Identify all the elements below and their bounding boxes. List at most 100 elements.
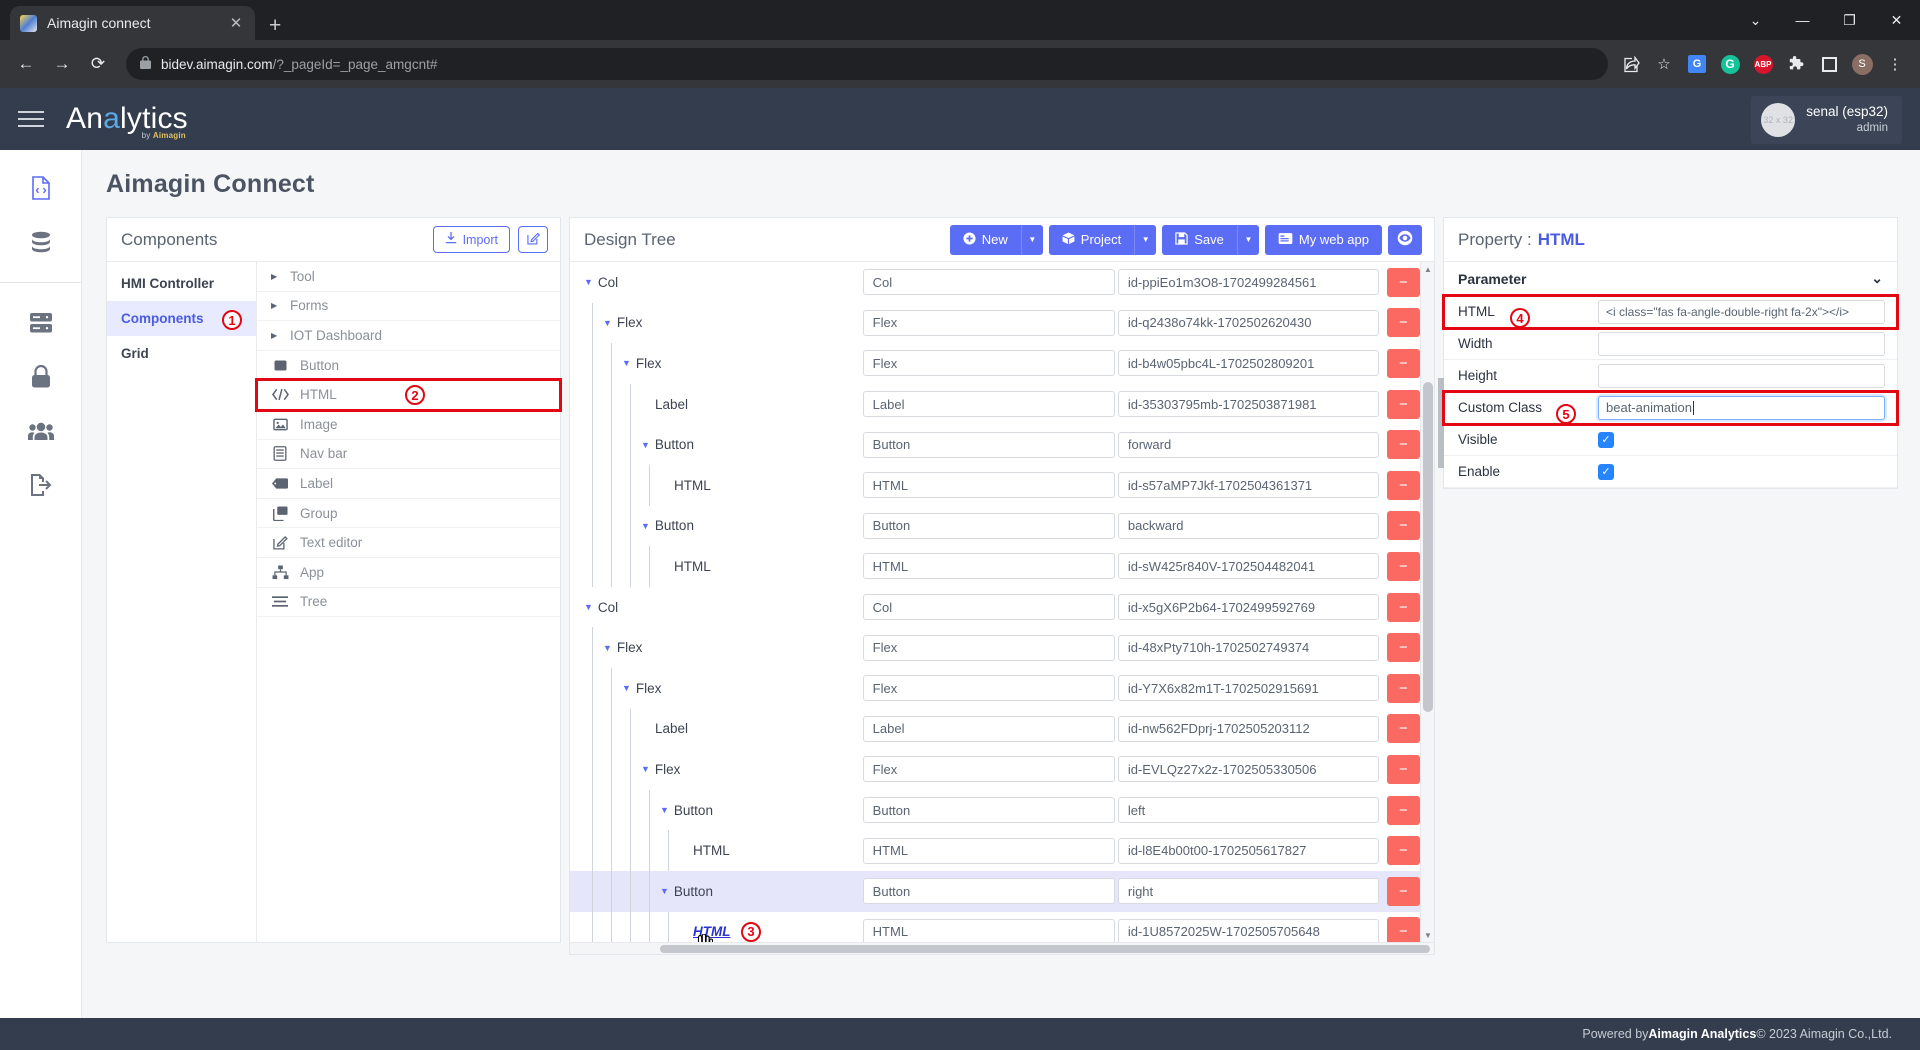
tree-node-cell[interactable]: ▼ Flex — [570, 302, 863, 344]
category-item-grid[interactable]: Grid — [107, 336, 256, 371]
component-item-html[interactable]: HTML 2 — [255, 378, 562, 412]
tree-type-input[interactable]: Flex — [862, 634, 1115, 661]
tree-node[interactable]: Label — [641, 721, 688, 736]
component-item-text-editor[interactable]: Text editor — [257, 528, 560, 558]
tree-type-input[interactable]: Flex — [862, 675, 1115, 702]
property-input-custom-class[interactable]: beat-animation — [1598, 395, 1885, 420]
tree-node-cell[interactable]: HTML — [570, 546, 863, 587]
component-item-image[interactable]: Image — [257, 410, 560, 440]
tree-row[interactable]: HTML HTML id-l8E4b00t00-1702505617827− — [570, 830, 1420, 871]
tree-node-cell[interactable]: ▼ Flex — [570, 749, 863, 790]
tree-row[interactable]: ▼ Button Button left − — [570, 789, 1420, 831]
delete-row-button[interactable]: − — [1386, 876, 1420, 906]
tree-node[interactable]: ▼ Flex — [641, 762, 680, 777]
tree-node[interactable]: ▼ Button — [641, 518, 694, 533]
tree-row[interactable]: Label Label id-nw562FDprj-1702505203112− — [570, 708, 1420, 750]
tree-node-cell[interactable]: ▼ Flex — [570, 627, 863, 668]
tree-type-input[interactable]: Button — [862, 512, 1115, 539]
component-item-group[interactable]: Group — [257, 499, 560, 529]
delete-row-button[interactable]: − — [1386, 267, 1420, 297]
chevron-down-icon[interactable]: ▼ — [660, 805, 669, 815]
tree-node-cell[interactable]: ▼ Button — [570, 424, 863, 465]
tree-node[interactable]: ▼ Flex — [603, 640, 642, 655]
delete-row-button[interactable]: − — [1386, 551, 1420, 581]
tree-type-input[interactable]: HTML — [862, 918, 1115, 942]
tree-id-input[interactable]: id-nw562FDprj-1702505203112 — [1117, 715, 1379, 742]
tree-row[interactable]: HTML HTML id-sW425r840V-1702504482041− — [570, 546, 1420, 587]
design-tree-horizontal-scrollbar[interactable] — [570, 942, 1434, 954]
tree-id-input[interactable]: id-48xPty710h-1702502749374 — [1117, 634, 1379, 661]
tree-node[interactable]: ▼ Button — [660, 803, 713, 818]
google-translate-icon[interactable]: G — [1686, 53, 1708, 75]
tree-id-input[interactable]: left — [1117, 797, 1379, 824]
minimize-button[interactable]: — — [1779, 0, 1826, 40]
chevron-down-icon[interactable]: ⌄ — [1871, 270, 1883, 287]
tree-node-cell[interactable]: ▼ Flex — [570, 667, 863, 709]
chevron-down-icon[interactable]: ▼ — [641, 764, 650, 774]
tree-node[interactable]: HTML — [660, 559, 711, 574]
delete-row-button[interactable]: − — [1386, 917, 1420, 942]
tree-type-input[interactable]: Flex — [862, 309, 1115, 336]
tree-id-input[interactable]: id-ppiEo1m3O8-1702499284561 — [1117, 269, 1379, 296]
tree-node-cell[interactable]: Label — [570, 708, 863, 750]
tree-node[interactable]: ▼ Col — [584, 275, 618, 290]
browser-tab[interactable]: Aimagin connect ✕ — [10, 6, 255, 40]
delete-row-button[interactable]: − — [1386, 673, 1420, 703]
share-icon[interactable] — [1620, 53, 1642, 75]
parameter-section-header[interactable]: Parameter ⌄ — [1444, 262, 1897, 296]
tree-node[interactable]: ▼ Flex — [622, 356, 661, 371]
tree-node[interactable]: ▼ Flex — [622, 681, 661, 696]
delete-row-button[interactable]: − — [1386, 308, 1420, 338]
tree-type-input[interactable]: Col — [862, 269, 1115, 296]
tree-type-input[interactable]: Col — [862, 594, 1115, 621]
adblock-plus-icon[interactable]: ABP — [1752, 53, 1774, 75]
tree-type-input[interactable]: HTML — [862, 837, 1115, 864]
property-input-html[interactable]: <i class="fas fa-angle-double-right fa-2… — [1598, 299, 1885, 324]
tree-id-input[interactable]: backward — [1117, 512, 1379, 539]
tree-row[interactable]: HTML HTML id-s57aMP7Jkf-1702504361371− — [570, 464, 1420, 506]
tree-id-input[interactable]: id-35303795mb-1702503871981 — [1117, 391, 1379, 418]
address-bar[interactable]: bidev.aimagin.com/?_pageId=_page_amgcnt# — [126, 48, 1608, 80]
category-item-components[interactable]: Components 1 — [107, 301, 256, 336]
delete-row-button[interactable]: − — [1386, 714, 1420, 744]
scroll-up-arrow[interactable]: ▲ — [1421, 262, 1434, 276]
delete-row-button[interactable]: − — [1386, 836, 1420, 866]
maximize-button[interactable]: ❐ — [1826, 0, 1873, 40]
chevron-down-icon[interactable]: ▼ — [660, 886, 669, 896]
tree-id-input[interactable]: id-s57aMP7Jkf-1702504361371 — [1117, 472, 1379, 499]
delete-row-button[interactable]: − — [1386, 348, 1420, 378]
component-item-app[interactable]: App — [257, 558, 560, 588]
tree-row[interactable]: ▼ Flex Flex id-b4w05pbc4L-1702502809201− — [570, 343, 1420, 384]
new-button[interactable]: New — [949, 224, 1021, 255]
tree-id-input[interactable]: id-Y7X6x82m1T-1702502915691 — [1117, 675, 1379, 702]
close-window-button[interactable]: ✕ — [1873, 0, 1920, 40]
tree-node-cell[interactable]: HTML — [570, 830, 863, 871]
tree-row[interactable]: ▼ Button Button forward − — [570, 424, 1420, 465]
tree-row[interactable]: ▼ Flex Flex id-EVLQz27x2z-1702505330506− — [570, 749, 1420, 790]
tree-node-cell[interactable]: ▼ Flex — [570, 343, 863, 384]
tree-id-input[interactable]: id-q2438o74kk-1702502620430 — [1117, 309, 1379, 336]
bookmark-star-icon[interactable]: ☆ — [1653, 53, 1675, 75]
back-icon[interactable]: ← — [10, 48, 42, 80]
tree-type-input[interactable]: Flex — [862, 756, 1115, 783]
reload-icon[interactable]: ⟳ — [82, 48, 114, 80]
scroll-down-arrow[interactable]: ▼ — [1421, 928, 1434, 942]
database-icon[interactable] — [25, 226, 57, 258]
tree-row[interactable]: ▼ Col Col id-ppiEo1m3O8-1702499284561− — [570, 262, 1420, 303]
tree-node[interactable]: HTML — [679, 924, 731, 939]
my-web-app-button[interactable]: My web app — [1264, 224, 1382, 255]
component-item-label[interactable]: Label — [257, 469, 560, 499]
tree-row[interactable]: ▼ Flex Flex id-Y7X6x82m1T-1702502915691− — [570, 667, 1420, 709]
chevron-down-icon[interactable]: ▼ — [603, 643, 612, 653]
delete-row-button[interactable]: − — [1386, 633, 1420, 663]
component-item-nav-bar[interactable]: Nav bar — [257, 440, 560, 470]
tree-node-cell[interactable]: HTML 3 — [570, 911, 863, 942]
tree-id-input[interactable]: id-x5gX6P2b64-1702499592769 — [1117, 594, 1379, 621]
component-item-iot-dashboard[interactable]: ▶ IOT Dashboard — [257, 321, 560, 351]
tree-type-input[interactable]: HTML — [862, 553, 1115, 580]
tree-type-input[interactable]: Label — [862, 715, 1115, 742]
tree-node[interactable]: ▼ Button — [641, 437, 694, 452]
chevron-down-icon[interactable]: ▼ — [622, 683, 631, 693]
tree-type-input[interactable]: Flex — [862, 350, 1115, 377]
profile-avatar[interactable]: S — [1851, 53, 1873, 75]
